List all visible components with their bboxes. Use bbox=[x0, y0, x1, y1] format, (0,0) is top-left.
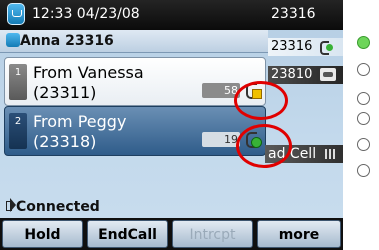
call-timer: 19 bbox=[202, 132, 240, 147]
caller-number: (23311) bbox=[33, 83, 97, 102]
hold-icon bbox=[246, 82, 262, 99]
more-button[interactable]: more bbox=[257, 220, 341, 248]
line-button-23810[interactable]: 23810 bbox=[268, 66, 343, 84]
line-key-2[interactable] bbox=[357, 63, 370, 76]
phone-screen: 12:33 04/23/08 23316 Anna 23316 1 From V… bbox=[0, 0, 343, 250]
phone-icon bbox=[7, 3, 25, 25]
connected-call-icon bbox=[246, 131, 262, 148]
line-key-3[interactable] bbox=[357, 92, 370, 105]
line-button-23316[interactable]: 23316 bbox=[268, 38, 343, 56]
date-time: 12:33 04/23/08 bbox=[32, 6, 140, 22]
call-session-vanessa[interactable]: 1 From Vanessa (23311) 58 bbox=[4, 57, 266, 106]
line-key-5[interactable] bbox=[357, 138, 370, 151]
call-index: 1 bbox=[9, 64, 27, 100]
status-bar: Connected bbox=[0, 197, 343, 217]
speed-dial-label: ad Cell bbox=[268, 146, 317, 162]
header-bar: 12:33 04/23/08 23316 bbox=[0, 0, 343, 30]
speed-dial-ad-cell[interactable]: ad Cell bbox=[265, 145, 343, 163]
endcall-button[interactable]: EndCall bbox=[87, 220, 168, 248]
call-session-peggy[interactable]: 2 From Peggy (23318) 19 bbox=[4, 106, 266, 156]
line-key-6[interactable] bbox=[357, 164, 370, 177]
caller-number: (23318) bbox=[33, 132, 97, 151]
extension-number: 23316 bbox=[271, 6, 316, 22]
line-key-1[interactable] bbox=[357, 36, 370, 49]
phone-line-icon bbox=[320, 68, 336, 81]
connected-line-icon bbox=[320, 40, 336, 55]
phone-icon bbox=[6, 33, 20, 47]
softkey-bar: Hold EndCall Intrcpt more bbox=[0, 218, 343, 250]
hardware-line-keys bbox=[343, 0, 379, 250]
speaker-icon bbox=[6, 201, 12, 211]
line-buttons-panel: 23316 23810 bbox=[268, 30, 343, 222]
line-label: 23810 bbox=[271, 67, 313, 82]
call-timer: 58 bbox=[202, 83, 240, 98]
line-label: 23316 bbox=[271, 39, 313, 54]
line-header: Anna 23316 bbox=[0, 30, 268, 53]
line-key-4[interactable] bbox=[357, 112, 370, 125]
caller-name: From Peggy bbox=[33, 112, 127, 131]
line-name: Anna 23316 bbox=[20, 33, 114, 49]
intercept-button[interactable]: Intrcpt bbox=[172, 220, 253, 248]
caller-name: From Vanessa bbox=[33, 63, 144, 82]
hold-button[interactable]: Hold bbox=[2, 220, 83, 248]
call-index: 2 bbox=[9, 113, 27, 149]
keypad-icon bbox=[325, 149, 335, 159]
status-text: Connected bbox=[16, 199, 100, 215]
